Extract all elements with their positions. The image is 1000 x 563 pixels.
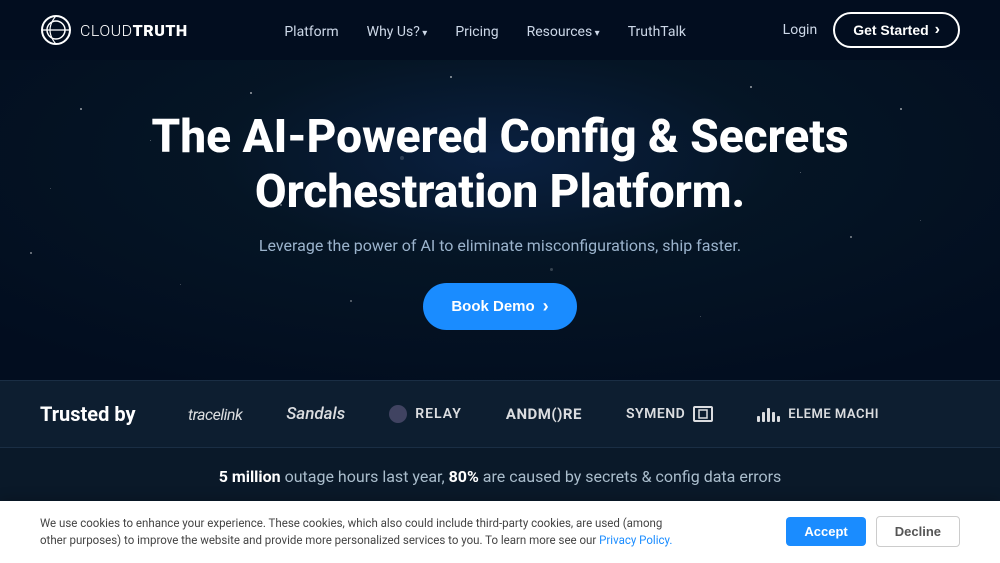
nav-link-pricing[interactable]: Pricing bbox=[455, 24, 498, 40]
brand-symend: SYMEND bbox=[626, 406, 713, 422]
hero-content: The AI-Powered Config & Secrets Orchestr… bbox=[151, 110, 848, 330]
navbar: CLOUDTRUTH Platform Why Us? Pricing Reso… bbox=[0, 0, 1000, 60]
accept-cookie-button[interactable]: Accept bbox=[786, 517, 865, 546]
logo[interactable]: CLOUDTRUTH bbox=[40, 14, 188, 46]
stat-bold-1: 5 million bbox=[219, 467, 281, 486]
book-demo-button[interactable]: Book Demo bbox=[423, 283, 576, 330]
stat-bold-2: 80% bbox=[449, 467, 479, 486]
nav-actions: Login Get Started bbox=[783, 12, 960, 48]
nav-link-platform[interactable]: Platform bbox=[284, 24, 338, 40]
stat-text-2: are caused by secrets & config data erro… bbox=[483, 467, 782, 486]
stat-bar: 5 million outage hours last year, 80% ar… bbox=[0, 448, 1000, 504]
trusted-by-bar: Trusted by tracelink Sandals RELAY ANDM(… bbox=[0, 380, 1000, 448]
hero-title: The AI-Powered Config & Secrets Orchestr… bbox=[151, 110, 848, 220]
stat-text: 5 million outage hours last year, 80% ar… bbox=[219, 467, 782, 486]
element-bars-icon bbox=[757, 406, 780, 422]
cookie-buttons: Accept Decline bbox=[786, 516, 960, 547]
symend-inner-icon bbox=[698, 409, 708, 419]
decline-cookie-button[interactable]: Decline bbox=[876, 516, 960, 547]
hero-subtitle: Leverage the power of AI to eliminate mi… bbox=[259, 236, 741, 255]
nav-links: Platform Why Us? Pricing Resources Truth… bbox=[284, 21, 686, 40]
brand-element: ELEME MACHI bbox=[757, 406, 879, 422]
login-link[interactable]: Login bbox=[783, 22, 818, 38]
brand-tracelink: tracelink bbox=[188, 405, 242, 424]
get-started-button[interactable]: Get Started bbox=[833, 12, 960, 48]
brand-sandals: Sandals bbox=[286, 404, 345, 424]
hero-section: The AI-Powered Config & Secrets Orchestr… bbox=[0, 60, 1000, 380]
brand-logos: tracelink Sandals RELAY ANDM()RE SYMEND bbox=[188, 404, 960, 424]
nav-link-truthtalk[interactable]: TruthTalk bbox=[628, 24, 686, 40]
brand-andmore: ANDM()RE bbox=[506, 405, 582, 423]
stat-text-1: outage hours last year, bbox=[285, 467, 449, 486]
logo-text: CLOUDTRUTH bbox=[80, 21, 188, 40]
nav-link-resources[interactable]: Resources bbox=[527, 24, 600, 40]
cloudtruth-logo-icon bbox=[40, 14, 72, 46]
nav-link-why-us[interactable]: Why Us? bbox=[367, 24, 428, 40]
trusted-by-label: Trusted by bbox=[40, 402, 140, 426]
brand-relay: RELAY bbox=[389, 405, 462, 423]
cookie-text: We use cookies to enhance your experienc… bbox=[40, 515, 680, 550]
symend-box-icon bbox=[693, 406, 713, 422]
privacy-policy-link[interactable]: Privacy Policy. bbox=[599, 533, 672, 547]
cookie-banner: We use cookies to enhance your experienc… bbox=[0, 501, 1000, 563]
relay-dot-icon bbox=[389, 405, 407, 423]
